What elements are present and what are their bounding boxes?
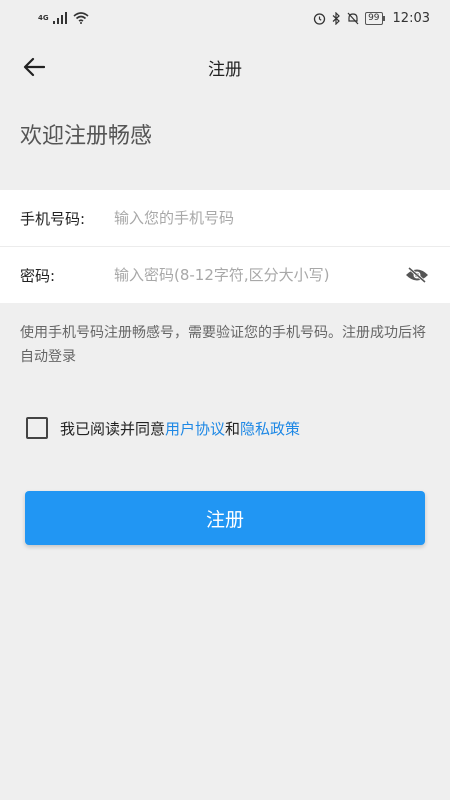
phone-input[interactable] — [112, 208, 430, 228]
register-button[interactable]: 注册 — [25, 491, 425, 545]
page-title: 注册 — [208, 59, 242, 80]
password-row: 密码: — [0, 246, 450, 303]
alarm-icon — [313, 12, 326, 25]
privacy-policy-link[interactable]: 隐私政策 — [240, 418, 300, 439]
status-bar: 4G 99 12:03 — [0, 0, 450, 36]
phone-row: 手机号码: — [0, 190, 450, 246]
network-type: 4G — [38, 13, 49, 22]
register-hint: 使用手机号码注册畅感号，需要验证您的手机号码。注册成功后将自动登录 — [20, 325, 426, 365]
user-agreement-link[interactable]: 用户协议 — [165, 418, 225, 439]
clock: 12:03 — [392, 10, 430, 26]
back-button[interactable] — [18, 51, 50, 83]
password-visibility-toggle[interactable] — [404, 265, 430, 285]
password-input[interactable] — [112, 265, 404, 285]
status-right: 99 12:03 — [313, 11, 430, 26]
status-left: 4G — [38, 12, 89, 24]
register-form: 手机号码: 密码: — [0, 190, 450, 303]
agreement-prefix: 我已阅读并同意 — [60, 419, 166, 438]
header: 注册 — [0, 36, 450, 98]
mute-icon — [347, 12, 359, 24]
welcome-heading: 欢迎注册畅感 — [20, 124, 153, 149]
wifi-icon — [73, 12, 89, 24]
battery-icon: 99 — [365, 11, 386, 25]
agreement-checkbox[interactable] — [26, 417, 48, 439]
agreement-row: 我已阅读并同意 用户协议和隐私政策 — [0, 417, 450, 439]
bluetooth-icon — [332, 11, 340, 25]
cell-signal-icon — [52, 12, 67, 24]
eye-off-icon — [406, 267, 428, 283]
password-label: 密码: — [20, 266, 56, 285]
arrow-left-icon — [23, 57, 45, 77]
phone-label: 手机号码: — [20, 209, 86, 228]
agreement-and: 和 — [225, 419, 241, 438]
